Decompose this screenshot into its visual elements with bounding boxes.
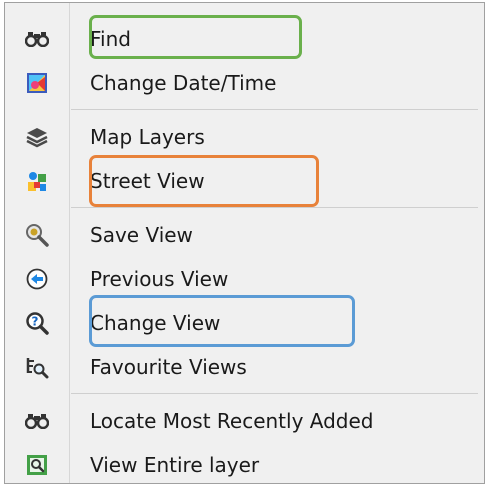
menu-separator xyxy=(71,109,478,110)
menu-item-label: View Entire layer xyxy=(90,453,260,477)
menu-item-find[interactable]: Find xyxy=(5,17,484,61)
menu-item-locate-most-recently-added[interactable]: Locate Most Recently Added xyxy=(5,399,484,443)
menu-separator xyxy=(71,207,478,208)
menu-separator xyxy=(71,393,478,394)
calendar-color-icon xyxy=(25,71,49,95)
menu-item-label: Map Layers xyxy=(90,125,205,149)
back-arrow-circle-icon xyxy=(25,267,49,291)
menu-item-save-view[interactable]: Save View xyxy=(5,213,484,257)
menu-item-view-entire-layer[interactable]: View Entire layer xyxy=(5,443,484,487)
menu-item-label: Favourite Views xyxy=(90,355,247,379)
menu-item-label: Save View xyxy=(90,223,193,247)
change-view-magnifier-icon: ? xyxy=(25,311,49,335)
menu-item-street-view[interactable]: Street View xyxy=(5,159,484,203)
context-menu: Find Change Date/Time Map Layers Street … xyxy=(4,2,485,484)
favourite-views-icon xyxy=(25,355,49,379)
view-entire-layer-icon xyxy=(25,453,49,477)
menu-item-label: Street View xyxy=(90,169,205,193)
menu-item-label: Change View xyxy=(90,311,221,335)
layers-icon xyxy=(25,125,49,149)
save-view-magnifier-icon xyxy=(25,223,49,247)
menu-item-favourite-views[interactable]: Favourite Views xyxy=(5,345,484,389)
menu-item-label: Locate Most Recently Added xyxy=(90,409,374,433)
binoculars-icon xyxy=(25,409,49,433)
menu-item-label: Change Date/Time xyxy=(90,71,277,95)
menu-item-change-view[interactable]: ? Change View xyxy=(5,301,484,345)
menu-item-previous-view[interactable]: Previous View xyxy=(5,257,484,301)
binoculars-icon xyxy=(25,27,49,51)
street-view-icon xyxy=(25,169,49,193)
menu-item-label: Previous View xyxy=(90,267,229,291)
svg-text:?: ? xyxy=(32,315,39,329)
menu-item-change-date-time[interactable]: Change Date/Time xyxy=(5,61,484,105)
menu-item-label: Find xyxy=(90,27,131,51)
menu-item-map-layers[interactable]: Map Layers xyxy=(5,115,484,159)
